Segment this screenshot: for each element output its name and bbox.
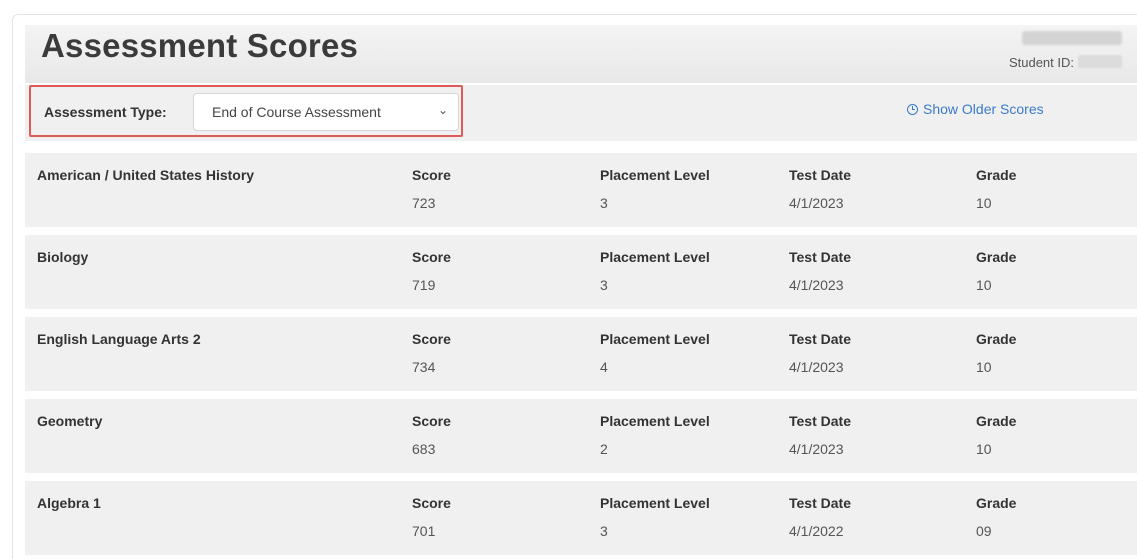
- placement-value: 3: [600, 277, 608, 293]
- placement-label: Placement Level: [600, 167, 710, 183]
- test-date-label: Test Date: [789, 167, 851, 183]
- test-date-column: Test Date 4/1/2023: [789, 167, 851, 211]
- subject-name: Algebra 1: [37, 495, 101, 511]
- grade-value: 10: [976, 441, 992, 457]
- test-date-column: Test Date 4/1/2023: [789, 413, 851, 457]
- grade-column: Grade 09: [976, 495, 1016, 539]
- placement-label: Placement Level: [600, 413, 710, 429]
- score-label: Score: [412, 249, 451, 265]
- placement-value: 3: [600, 195, 608, 211]
- score-row: American / United States History Score 72…: [25, 153, 1137, 227]
- assessment-type-highlight: Assessment Type: End of Course Assessmen…: [29, 85, 463, 137]
- test-date-column: Test Date 4/1/2023: [789, 331, 851, 375]
- score-value: 734: [412, 359, 436, 375]
- placement-column: Placement Level 4: [600, 331, 710, 375]
- filter-bar: Assessment Type: End of Course Assessmen…: [25, 85, 1137, 141]
- placement-value: 2: [600, 441, 608, 457]
- placement-label: Placement Level: [600, 495, 710, 511]
- grade-value: 09: [976, 523, 992, 539]
- scores-list: American / United States History Score 72…: [25, 153, 1137, 559]
- assessment-type-value: End of Course Assessment: [212, 104, 381, 120]
- score-column: Score 683: [412, 413, 451, 457]
- score-column: Score 701: [412, 495, 451, 539]
- score-row: English Language Arts 2 Score 734 Placeme…: [25, 317, 1137, 391]
- grade-label: Grade: [976, 331, 1017, 347]
- subject-name: Biology: [37, 249, 89, 265]
- clock-icon: [907, 103, 918, 115]
- score-label: Score: [412, 331, 451, 347]
- score-column: Score 734: [412, 331, 451, 375]
- page-title: Assessment Scores: [41, 27, 359, 64]
- assessment-panel: Assessment Scores Student ID: Assessment…: [12, 14, 1137, 559]
- grade-value: 10: [976, 359, 992, 375]
- placement-label: Placement Level: [600, 249, 710, 265]
- show-older-scores-text: Show Older Scores: [923, 101, 1044, 117]
- student-name-redacted: [1022, 31, 1122, 45]
- subject-name: English Language Arts 2: [37, 331, 201, 347]
- assessment-type-select[interactable]: End of Course Assessment ⌄: [193, 93, 459, 131]
- grade-label: Grade: [976, 249, 1017, 265]
- subject-name: Geometry: [37, 413, 103, 429]
- test-date-value: 4/1/2023: [789, 277, 844, 293]
- show-older-scores-link[interactable]: Show Older Scores: [907, 101, 1044, 117]
- placement-column: Placement Level 3: [600, 167, 710, 211]
- grade-label: Grade: [976, 495, 1017, 511]
- test-date-value: 4/1/2023: [789, 441, 844, 457]
- header-bar: Assessment Scores Student ID:: [25, 25, 1137, 83]
- score-label: Score: [412, 413, 451, 429]
- grade-label: Grade: [976, 167, 1017, 183]
- score-value: 719: [412, 277, 436, 293]
- grade-label: Grade: [976, 413, 1017, 429]
- student-id-label: Student ID:: [1008, 55, 1074, 70]
- chevron-down-icon: ⌄: [437, 103, 448, 117]
- placement-label: Placement Level: [600, 331, 710, 347]
- test-date-column: Test Date 4/1/2022: [789, 495, 851, 539]
- score-value: 723: [412, 195, 436, 211]
- grade-column: Grade 10: [976, 249, 1016, 293]
- test-date-label: Test Date: [789, 249, 851, 265]
- grade-column: Grade 10: [976, 331, 1016, 375]
- score-column: Score 719: [412, 249, 451, 293]
- score-label: Score: [412, 167, 451, 183]
- grade-value: 10: [976, 195, 992, 211]
- score-row: Geometry Score 683 Placement Level 2 Test …: [25, 399, 1137, 473]
- grade-value: 10: [976, 277, 992, 293]
- test-date-column: Test Date 4/1/2023: [789, 249, 851, 293]
- test-date-value: 4/1/2023: [789, 359, 844, 375]
- score-value: 701: [412, 523, 436, 539]
- grade-column: Grade 10: [976, 167, 1016, 211]
- grade-column: Grade 10: [976, 413, 1016, 457]
- student-id-redacted: [1078, 55, 1122, 68]
- placement-column: Placement Level 3: [600, 495, 710, 539]
- placement-column: Placement Level 3: [600, 249, 710, 293]
- test-date-value: 4/1/2023: [789, 195, 844, 211]
- score-label: Score: [412, 495, 451, 511]
- assessment-type-label: Assessment Type:: [44, 104, 167, 120]
- score-column: Score 723: [412, 167, 451, 211]
- score-value: 683: [412, 441, 436, 457]
- score-row: Biology Score 719 Placement Level 3 Test D…: [25, 235, 1137, 309]
- subject-name: American / United States History: [37, 167, 255, 183]
- test-date-label: Test Date: [789, 331, 851, 347]
- test-date-value: 4/1/2022: [789, 523, 844, 539]
- placement-value: 4: [600, 359, 608, 375]
- placement-value: 3: [600, 523, 608, 539]
- test-date-label: Test Date: [789, 413, 851, 429]
- placement-column: Placement Level 2: [600, 413, 710, 457]
- score-row: Algebra 1 Score 701 Placement Level 3 Test…: [25, 481, 1137, 555]
- test-date-label: Test Date: [789, 495, 851, 511]
